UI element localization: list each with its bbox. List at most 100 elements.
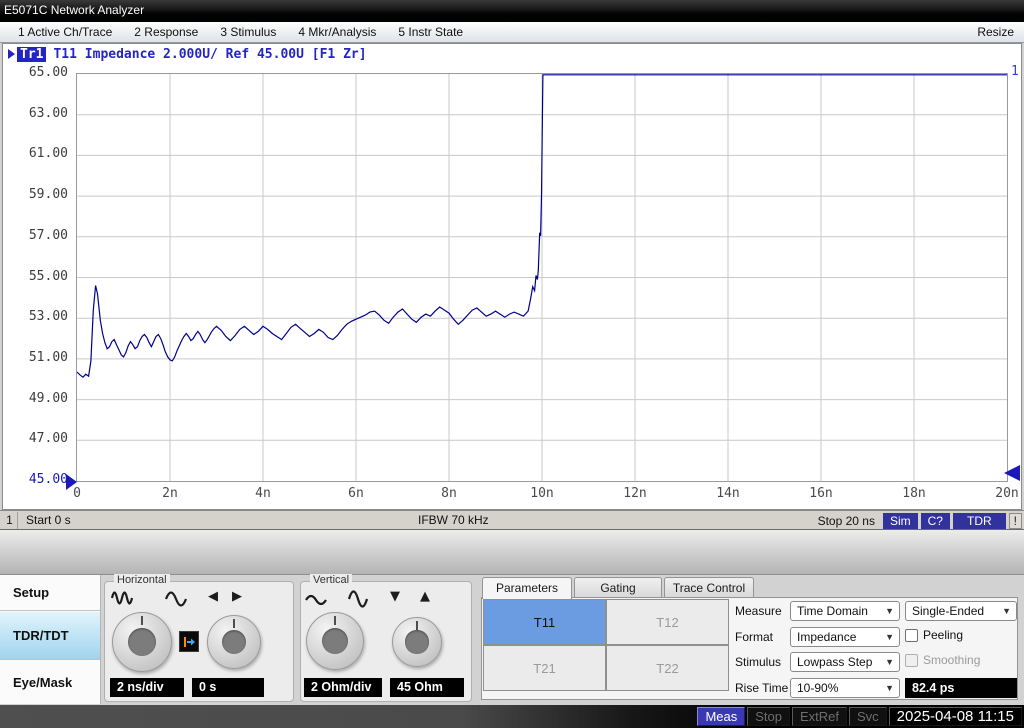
smoothing-checkbox (905, 654, 918, 667)
tdr-toolbar: E5071C OPT. TDR Trace1 ▼ AutoScale ▼ Run… (0, 530, 1024, 575)
sidebar-item-eye-mask[interactable]: Eye/Mask (0, 661, 100, 703)
menu-stimulus[interactable]: 3 Stimulus (216, 24, 280, 40)
meas-status-badge: Meas (697, 707, 745, 726)
sidebar-item-setup[interactable]: Setup (0, 575, 100, 611)
peeling-checkbox[interactable] (905, 629, 918, 642)
trace1-badge[interactable]: Tr1 (17, 47, 46, 62)
tab-trace-control-label: Trace Control (673, 581, 745, 595)
stimulus-dropdown[interactable]: Lowpass Step ▼ (790, 652, 900, 672)
tab-parameters[interactable]: Parameters (482, 577, 572, 599)
param-t21-button[interactable]: T21 (483, 645, 606, 691)
y-axis-tick-label: 45.00 (6, 472, 68, 487)
y-axis-tick-label: 49.00 (6, 391, 68, 406)
menu-resize[interactable]: Resize (977, 25, 1014, 39)
scale-down-icon: ▼ (390, 589, 400, 604)
x-axis-tick-label: 10n (530, 486, 553, 501)
y-axis-tick-label: 59.00 (6, 187, 68, 202)
x-axis-tick-label: 6n (348, 486, 364, 501)
scroll-left-icon: ◀ (208, 589, 218, 604)
rise-time-display: 82.4 ps (905, 678, 1017, 698)
rise-time-dropdown[interactable]: 10-90% ▼ (790, 678, 900, 698)
tdr-tdt-label: TDR/TDT (13, 628, 69, 643)
stop-value-label[interactable]: Stop 20 ns (818, 514, 875, 528)
reference-level-marker-icon[interactable] (66, 474, 77, 490)
alert-status-badge: ! (1009, 513, 1022, 529)
menu-active-ch-trace[interactable]: 1 Active Ch/Trace (14, 24, 116, 40)
x-axis-tick-label: 4n (255, 486, 271, 501)
scale-up-icon: ▲ (420, 589, 430, 604)
trace-header: Tr1 T11 Impedance 2.000U/ Ref 45.00U [F1… (8, 46, 367, 62)
vertical-scale-knob[interactable] (306, 612, 364, 670)
vertical-position-knob[interactable] (392, 617, 442, 667)
bar-arrow-icon (182, 635, 196, 649)
setup-label: Setup (13, 585, 49, 600)
single-cycle-wave-icon (164, 589, 188, 609)
rise-time-label: Rise Time (735, 681, 788, 695)
menu-response[interactable]: 2 Response (130, 24, 202, 40)
measure-value: Time Domain (797, 604, 868, 618)
tab-gating[interactable]: Gating (574, 577, 662, 598)
horizontal-position-knob[interactable] (207, 615, 261, 669)
plot-area[interactable] (76, 73, 1008, 482)
ifbw-value-label[interactable]: IFBW 70 kHz (418, 513, 489, 527)
cal-status-badge: C? (921, 513, 950, 529)
horizontal-scale-display: 2 ns/div (110, 678, 184, 697)
x-axis-tick-label: 14n (716, 486, 739, 501)
channel-status-bar: 1 Start 0 s IFBW 70 kHz Stop 20 ns Sim C… (0, 510, 1024, 530)
y-axis-tick-label: 61.00 (6, 146, 68, 161)
multi-cycle-wave-icon (110, 588, 136, 608)
x-axis-tick-label: 8n (441, 486, 457, 501)
stimulus-label: Stimulus (735, 655, 781, 669)
start-value-label[interactable]: Start 0 s (26, 513, 71, 527)
topology-value: Single-Ended (912, 604, 984, 618)
menu-bar: 1 Active Ch/Trace 2 Response 3 Stimulus … (0, 22, 1024, 43)
smoothing-label: Smoothing (923, 653, 980, 667)
topology-dropdown[interactable]: Single-Ended ▼ (905, 601, 1017, 621)
mode-sidebar: Setup TDR/TDT Eye/Mask (0, 575, 101, 704)
y-axis-tick-label: 53.00 (6, 309, 68, 324)
stimulus-dropdown-icon: ▼ (885, 653, 894, 671)
tab-trace-control[interactable]: Trace Control (664, 577, 754, 598)
format-dropdown-icon: ▼ (885, 628, 894, 646)
x-axis-tick-label: 16n (809, 486, 832, 501)
sidebar-item-tdr-tdt[interactable]: TDR/TDT (0, 612, 100, 660)
y-axis-tick-label: 65.00 (6, 65, 68, 80)
eye-mask-label: Eye/Mask (13, 675, 72, 690)
tab-gating-label: Gating (600, 581, 635, 595)
datetime-display: 2025-04-08 11:15 (889, 707, 1022, 726)
format-value: Impedance (797, 630, 856, 644)
y-axis-tick-label: 57.00 (6, 228, 68, 243)
trace-plot-svg (77, 74, 1007, 481)
measure-dropdown[interactable]: Time Domain ▼ (790, 601, 900, 621)
measure-label: Measure (735, 604, 782, 618)
peeling-checkbox-row: Peeling (905, 628, 963, 642)
param-t12-button[interactable]: T12 (606, 599, 729, 645)
param-t11-button[interactable]: T11 (483, 599, 606, 645)
measure-dropdown-icon: ▼ (885, 602, 894, 620)
menu-instr-state[interactable]: 5 Instr State (394, 24, 467, 40)
instrument-status-bar: Meas Stop ExtRef Svc 2025-04-08 11:15 (0, 705, 1024, 728)
vertical-scale-display: 2 Ohm/div (304, 678, 382, 697)
trace1-settings-text[interactable]: T11 Impedance 2.000U/ Ref 45.00U [F1 Zr] (53, 47, 366, 62)
format-label: Format (735, 630, 773, 644)
format-dropdown[interactable]: Impedance ▼ (790, 627, 900, 647)
vertical-group-label: Vertical (310, 574, 352, 586)
x-axis-tick-label: 20n (995, 486, 1018, 501)
param-t22-button[interactable]: T22 (606, 645, 729, 691)
menu-mkr-analysis[interactable]: 4 Mkr/Analysis (294, 24, 380, 40)
horizontal-scale-knob[interactable] (112, 612, 172, 672)
sweep-position-marker-icon (1004, 465, 1020, 481)
smoothing-checkbox-row: Smoothing (905, 653, 980, 667)
y-axis-tick-label: 63.00 (6, 106, 68, 121)
peeling-label: Peeling (923, 628, 963, 642)
x-axis-tick-label: 2n (162, 486, 178, 501)
window-title-bar[interactable]: E5071C Network Analyzer (0, 0, 1024, 22)
marker-to-reference-button[interactable] (179, 631, 199, 652)
y-axis-tick-label: 55.00 (6, 269, 68, 284)
extref-status-badge: ExtRef (792, 707, 847, 726)
sim-status-badge: Sim (883, 513, 918, 529)
horizontal-position-display: 0 s (192, 678, 264, 697)
scroll-right-icon: ▶ (232, 589, 242, 604)
tdr-status-badge: TDR (953, 513, 1006, 529)
active-trace-marker-icon (8, 49, 15, 59)
